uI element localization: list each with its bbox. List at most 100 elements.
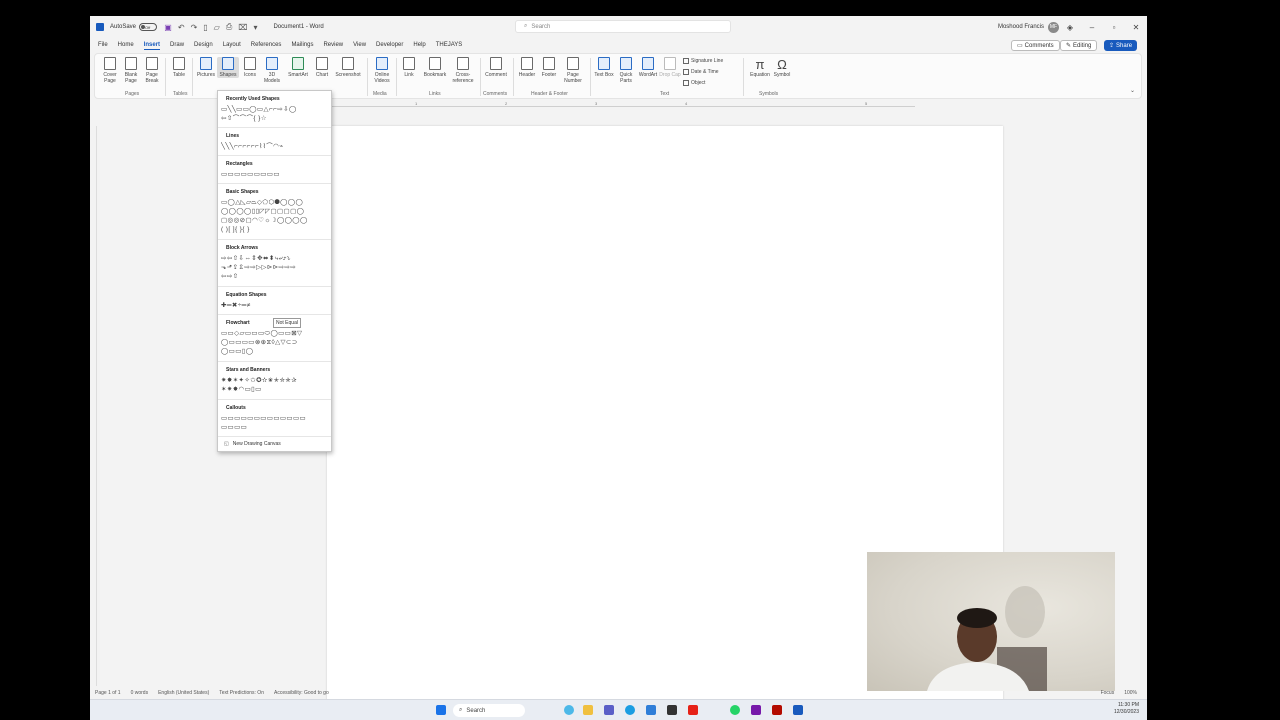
share-button[interactable]: ⇪ Share xyxy=(1104,40,1138,51)
shape-row[interactable]: ▭▭▭▭▭▭▭▭▭▭▭▭▭ xyxy=(221,414,331,423)
tab-file[interactable]: File xyxy=(98,41,108,49)
new-doc-icon[interactable]: ▯ xyxy=(203,23,207,32)
tab-developer[interactable]: Developer xyxy=(376,41,403,49)
shape-row[interactable]: ⇦⇧⌒⌒⌒{ }☆ xyxy=(221,114,331,123)
save-icon[interactable]: ▣ xyxy=(164,23,172,32)
print-icon[interactable]: ⎙ xyxy=(226,22,232,32)
tab-home[interactable]: Home xyxy=(118,41,134,49)
customize-qat-icon[interactable]: ▾ xyxy=(253,23,257,32)
shape-row[interactable]: ( )[ ]{ }{ } xyxy=(221,225,331,234)
shape-row[interactable]: ✷✸✶✦✧✩✪✫✬✭✮✯✰ xyxy=(221,376,331,385)
symbol-button[interactable]: Ω Symbol xyxy=(771,57,793,78)
page-count[interactable]: Page 1 of 1 xyxy=(95,690,121,696)
redo-icon[interactable]: ↷ xyxy=(191,23,198,32)
tab-mailings[interactable]: Mailings xyxy=(291,41,313,49)
collapse-ribbon-icon[interactable]: ⌄ xyxy=(1130,87,1135,94)
format-icon[interactable]: ⌧ xyxy=(238,23,247,32)
comment-button[interactable]: Comment xyxy=(483,57,509,78)
shapes-button[interactable]: Shapes xyxy=(217,57,239,78)
onenote-icon[interactable] xyxy=(751,705,761,715)
blank-page-button[interactable]: Blank Page xyxy=(120,57,142,84)
online-videos-button[interactable]: Online Videos xyxy=(371,57,393,84)
whatsapp-icon[interactable] xyxy=(730,705,740,715)
cover-page-button[interactable]: Cover Page xyxy=(99,57,121,84)
icons-button[interactable]: Icons xyxy=(239,57,261,78)
zoom-level[interactable]: 100% xyxy=(1124,690,1137,696)
close-button[interactable]: ✕ xyxy=(1125,23,1147,32)
page-break-button[interactable]: Page Break xyxy=(141,57,163,84)
equation-button[interactable]: π Equation xyxy=(747,57,773,78)
language-status[interactable]: English (United States) xyxy=(158,690,209,696)
shape-row[interactable]: ▭▭▭▭▭▭▭▭▭ xyxy=(221,170,331,179)
shape-row[interactable]: ⇦⇨⇧ xyxy=(221,272,331,281)
maximize-button[interactable]: ▫ xyxy=(1103,23,1125,32)
horizontal-ruler[interactable]: 1 2 3 4 5 xyxy=(327,101,915,107)
smartart-button[interactable]: SmartArt xyxy=(287,57,309,78)
comments-button[interactable]: ▭ Comments xyxy=(1011,40,1060,51)
drop-cap-button[interactable]: Drop Cap xyxy=(659,57,681,78)
shape-row[interactable]: ✚═✖÷═≠ xyxy=(221,301,331,310)
minimize-button[interactable]: – xyxy=(1081,23,1103,32)
3d-models-button[interactable]: 3D Models xyxy=(261,57,283,84)
quick-parts-button[interactable]: Quick Parts xyxy=(615,57,637,84)
shape-row[interactable]: ◯◯◯◯▯▯◸◸▢▢▢▢◯ xyxy=(221,207,331,216)
shape-row[interactable]: ◯▭▭▭▭⊗⊕⧖◊△▽⊂⊃ xyxy=(221,338,331,347)
copilot-icon[interactable] xyxy=(564,705,574,715)
tab-design[interactable]: Design xyxy=(194,41,213,49)
vertical-ruler[interactable] xyxy=(94,126,97,686)
signature-line-button[interactable]: Signature Line xyxy=(683,58,723,64)
shape-row[interactable]: ▭▭◇▱▭▭▭⬭◯▭▭⊠▽ xyxy=(221,329,331,338)
word-taskbar-icon[interactable] xyxy=(793,705,803,715)
tab-layout[interactable]: Layout xyxy=(223,41,241,49)
new-drawing-canvas-item[interactable]: ◱ New Drawing Canvas xyxy=(224,441,281,447)
tab-review[interactable]: Review xyxy=(323,41,343,49)
accessibility-status[interactable]: Accessibility: Good to go xyxy=(274,690,329,696)
shape-row[interactable]: ✶✷✸◠▭▯▭ xyxy=(221,385,331,394)
acrobat-icon[interactable] xyxy=(772,705,782,715)
avatar[interactable]: MF xyxy=(1048,21,1059,33)
pictures-button[interactable]: Pictures xyxy=(195,57,217,78)
system-tray[interactable]: 11:30 PM 12/30/2023 xyxy=(1114,702,1139,716)
search-input[interactable]: ⌕ Search xyxy=(515,20,731,33)
file-explorer-icon[interactable] xyxy=(583,705,593,715)
store-icon[interactable] xyxy=(646,705,656,715)
tab-help[interactable]: Help xyxy=(413,41,425,49)
shape-row[interactable]: ╲╲╲⌐⌐⌐⌐⌐⌐⌇⌇⌒◠⌁ xyxy=(221,142,331,151)
word-count[interactable]: 0 words xyxy=(131,690,149,696)
header-button[interactable]: Header xyxy=(516,57,538,78)
editing-button[interactable]: ✎ Editing xyxy=(1060,40,1098,51)
shape-row[interactable]: ⇨⇦⇧⇩⇔⇕✥⬌⬍⤷⤶⤴⤵ xyxy=(221,254,331,263)
shape-row[interactable]: ▭╲╲▭▭◯▭△⌐⌐⇨⇩◯ xyxy=(221,105,331,114)
wordart-button[interactable]: WordArt xyxy=(637,57,659,78)
tab-insert[interactable]: Insert xyxy=(143,41,161,50)
shape-row[interactable]: ▭◯△◺▱⏢◇⬠⬡⯃◯◯◯ xyxy=(221,198,331,207)
tab-references[interactable]: References xyxy=(251,41,282,49)
shape-row[interactable]: ▢◎◎⊘▢◠♡☼☽◯◯◯◯ xyxy=(221,216,331,225)
taskbar-search[interactable]: ⌕ Search xyxy=(453,704,525,717)
object-button[interactable]: Object xyxy=(683,80,705,86)
undo-icon[interactable]: ↶ xyxy=(178,23,185,32)
cross-reference-button[interactable]: Cross-reference xyxy=(449,57,477,84)
youtube-icon[interactable] xyxy=(688,705,698,715)
date-time-button[interactable]: Date & Time xyxy=(683,69,719,75)
start-icon[interactable] xyxy=(436,705,446,715)
footer-button[interactable]: Footer xyxy=(538,57,560,78)
shape-row[interactable]: ▭▭▭▭ xyxy=(221,423,331,432)
chart-button[interactable]: Chart xyxy=(311,57,333,78)
text-predictions-status[interactable]: Text Predictions: On xyxy=(219,690,264,696)
tab-view[interactable]: View xyxy=(353,41,366,49)
edge-icon[interactable] xyxy=(625,705,635,715)
tab-draw[interactable]: Draw xyxy=(170,41,184,49)
page-number-button[interactable]: Page Number xyxy=(560,57,586,84)
focus-button[interactable]: Focus xyxy=(1101,690,1115,696)
autosave-toggle[interactable] xyxy=(139,23,158,31)
open-icon[interactable]: ▱ xyxy=(214,23,220,32)
text-box-button[interactable]: Text Box xyxy=(593,57,615,78)
bookmark-button[interactable]: Bookmark xyxy=(422,57,448,78)
screenshot-button[interactable]: Screenshot xyxy=(335,57,361,78)
teams-icon[interactable] xyxy=(604,705,614,715)
terminal-icon[interactable] xyxy=(667,705,677,715)
shape-row[interactable]: ⬎⬏⇪⇫⇨⇨▷▷⊳⊳⇨⇨⇨ xyxy=(221,263,331,272)
diamond-icon[interactable]: ◈ xyxy=(1059,23,1081,32)
tab-thejays[interactable]: THEJAYS xyxy=(436,41,463,49)
